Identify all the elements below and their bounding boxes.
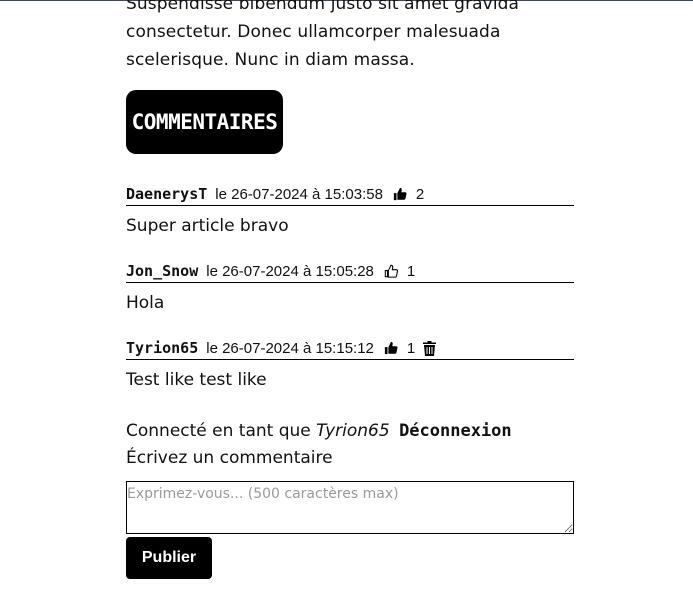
article-text: Suspendisse bibendum justo sit amet grav… — [126, 0, 566, 74]
article-line: Suspendisse bibendum justo sit amet grav… — [126, 0, 520, 14]
like-button[interactable] — [384, 264, 398, 278]
comment-date: le 26-07-2024 à 15:05:28 — [206, 262, 374, 280]
comment-input[interactable] — [126, 481, 574, 534]
comment-item: Jon_Snow le 26-07-2024 à 15:05:28 1 Hola — [126, 260, 574, 313]
comment-text: Test like test like — [126, 370, 267, 390]
thumbs-up-filled-icon — [393, 187, 407, 201]
comment-date: le 26-07-2024 à 15:15:12 — [206, 339, 374, 357]
thumbs-up-outline-icon — [384, 264, 398, 278]
session-status: Connecté en tant que Tyrion65 Déconnexio… — [126, 421, 512, 441]
publish-button[interactable]: Publier — [126, 537, 212, 579]
comment-meta: Jon_Snow le 26-07-2024 à 15:05:28 1 — [126, 260, 574, 283]
comment-meta: Tyrion65 le 26-07-2024 à 15:15:12 1 — [126, 337, 574, 360]
comment-author: Jon_Snow — [126, 262, 199, 280]
comment-meta: DaenerysT le 26-07-2024 à 15:03:58 2 — [126, 183, 574, 206]
logout-link[interactable]: Déconnexion — [399, 421, 512, 441]
like-count: 1 — [406, 262, 416, 280]
comment-form-label: Écrivez un commentaire — [126, 448, 333, 468]
session-username: Tyrion65 — [316, 421, 390, 441]
comment-item: Tyrion65 le 26-07-2024 à 15:15:12 1 Test… — [126, 337, 574, 390]
comment-date: le 26-07-2024 à 15:03:58 — [215, 185, 383, 203]
trash-icon — [423, 340, 437, 356]
article-line: consectetur. Donec ullamcorper malesuada — [126, 22, 501, 42]
comment-item: DaenerysT le 26-07-2024 à 15:03:58 2 Sup… — [126, 183, 574, 236]
session-prefix: Connecté en tant que — [126, 421, 311, 441]
like-button[interactable] — [393, 187, 407, 201]
article-line: scelerisque. Nunc in diam massa. — [126, 50, 415, 70]
like-count: 2 — [415, 185, 425, 203]
comment-author: DaenerysT — [126, 185, 208, 203]
comments-heading-label: COMMENTAIRES — [131, 110, 278, 134]
thumbs-up-filled-icon — [384, 341, 398, 355]
like-button[interactable] — [384, 341, 398, 355]
comment-author: Tyrion65 — [126, 339, 199, 357]
comment-text: Hola — [126, 293, 165, 313]
delete-comment-button[interactable] — [423, 340, 437, 356]
like-count: 1 — [406, 339, 416, 357]
comment-text: Super article bravo — [126, 216, 289, 236]
comments-heading: COMMENTAIRES — [126, 90, 283, 154]
